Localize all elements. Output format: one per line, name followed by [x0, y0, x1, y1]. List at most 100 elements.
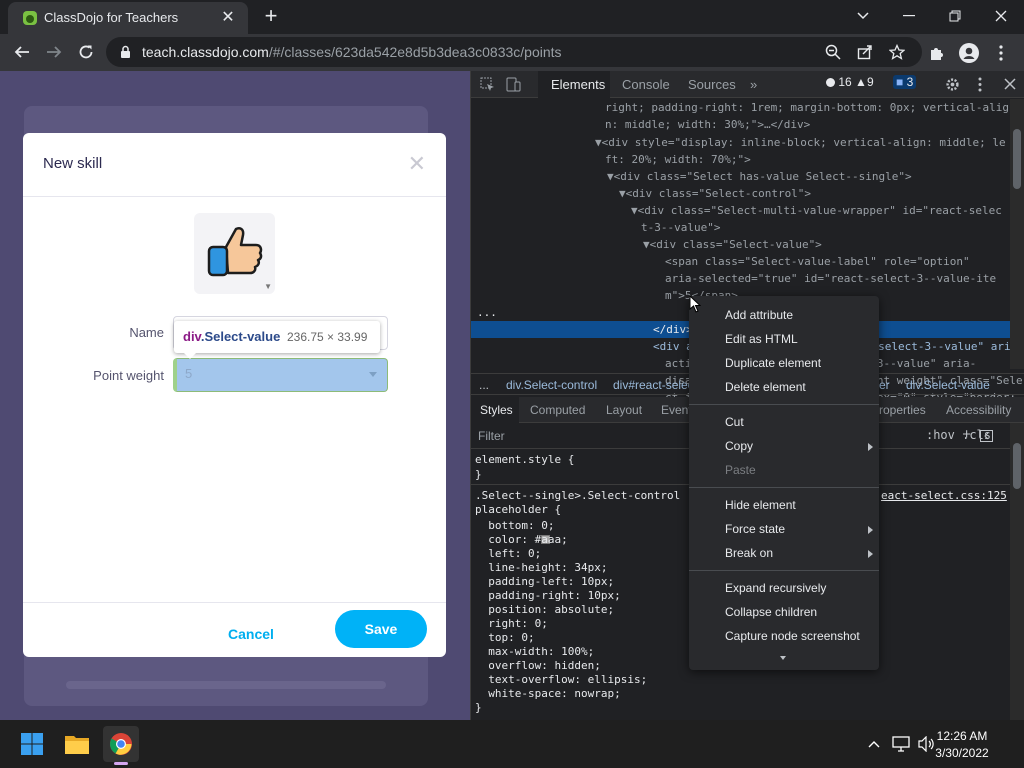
- css-line[interactable]: element.style {: [475, 453, 574, 467]
- back-icon[interactable]: [10, 40, 34, 64]
- css-line[interactable]: left: 0;: [475, 547, 541, 561]
- network-icon[interactable]: [891, 734, 911, 754]
- menu-item-capture-node-screenshot[interactable]: Capture node screenshot: [725, 629, 860, 643]
- dom-line[interactable]: ▼<div class="Select-value">: [643, 236, 822, 253]
- breadcrumb-select-value[interactable]: div.Select-value: [906, 378, 990, 392]
- address-bar[interactable]: teach.classdojo.com/#/classes/623da542e8…: [106, 37, 922, 67]
- inspect-element-icon[interactable]: [480, 77, 495, 92]
- file-explorer-icon[interactable]: [59, 726, 95, 762]
- tab-properties[interactable]: roperties: [879, 403, 926, 417]
- tab-event-listeners[interactable]: Event: [661, 403, 692, 417]
- css-line[interactable]: text-overflow: ellipsis;: [475, 673, 647, 687]
- tab-elements[interactable]: Elements: [551, 77, 605, 92]
- device-toolbar-icon[interactable]: [506, 77, 521, 92]
- css-line[interactable]: white-space: nowrap;: [475, 687, 620, 701]
- skill-icon-picker[interactable]: ▼: [194, 213, 275, 294]
- menu-item-force-state[interactable]: Force state: [725, 522, 785, 536]
- breadcrumb-react-select[interactable]: div#react-selec: [613, 378, 694, 392]
- close-window-icon[interactable]: [978, 0, 1024, 32]
- dom-scrollbar-thumb[interactable]: [1013, 129, 1021, 189]
- windows-start-icon[interactable]: [14, 726, 50, 762]
- dom-line[interactable]: t-3--value">: [641, 219, 720, 236]
- css-line[interactable]: max-width: 100%;: [475, 645, 594, 659]
- dom-scrollbar[interactable]: [1010, 99, 1024, 369]
- settings-gear-icon[interactable]: [945, 77, 960, 92]
- tab-close-icon[interactable]: ✕: [218, 7, 238, 27]
- chevron-up-icon[interactable]: [864, 734, 884, 754]
- css-line[interactable]: placeholder {: [475, 503, 561, 517]
- menu-item-edit-as-html[interactable]: Edit as HTML: [725, 332, 798, 346]
- css-line[interactable]: overflow: hidden;: [475, 659, 601, 673]
- tab-styles[interactable]: Styles: [480, 403, 513, 417]
- dom-line[interactable]: n: middle; width: 30%;">…</div>: [605, 116, 810, 133]
- css-line[interactable]: bottom: 0;: [475, 519, 554, 533]
- dom-line[interactable]: right; padding-right: 1rem; margin-botto…: [605, 99, 1009, 116]
- bookmark-star-icon[interactable]: [888, 43, 906, 61]
- new-tab-icon[interactable]: +: [260, 4, 282, 28]
- css-selector[interactable]: .Select--single>.Select-control .: [475, 489, 694, 503]
- css-line[interactable]: top: 0;: [475, 631, 534, 645]
- menu-scroll-down-icon[interactable]: [780, 656, 786, 660]
- styles-scrollbar-thumb[interactable]: [1013, 443, 1021, 489]
- tab-search-chevron-icon[interactable]: [840, 0, 886, 32]
- share-icon[interactable]: [856, 43, 874, 61]
- css-line[interactable]: right: 0;: [475, 617, 548, 631]
- more-tabs-icon[interactable]: »: [750, 77, 757, 92]
- extensions-puzzle-icon[interactable]: [926, 42, 948, 64]
- cancel-button[interactable]: Cancel: [211, 618, 291, 650]
- breadcrumb-select-control[interactable]: div.Select-control: [506, 378, 597, 392]
- breadcrumb-wrapper[interactable]: er: [879, 378, 890, 392]
- devtools-menu-icon[interactable]: [978, 77, 982, 92]
- zoom-icon[interactable]: [824, 43, 842, 61]
- menu-item-collapse-children[interactable]: Collapse children: [725, 605, 817, 619]
- menu-item-delete-element[interactable]: Delete element: [725, 380, 806, 394]
- menu-item-break-on[interactable]: Break on: [725, 546, 773, 560]
- browser-tab[interactable]: ClassDojo for Teachers ✕: [8, 2, 248, 34]
- minimize-icon[interactable]: [886, 0, 932, 32]
- reload-icon[interactable]: [74, 40, 98, 64]
- dom-line[interactable]: aria-selected="true" id="react-select-3-…: [665, 270, 996, 287]
- tab-layout[interactable]: Layout: [606, 403, 642, 417]
- lock-icon[interactable]: [120, 45, 131, 59]
- save-button[interactable]: Save: [335, 610, 427, 648]
- selected-dom-line[interactable]: </div>: [653, 321, 693, 338]
- tab-accessibility[interactable]: Accessibility: [946, 403, 1011, 417]
- close-devtools-icon[interactable]: [1004, 78, 1016, 90]
- restore-icon[interactable]: [932, 0, 978, 32]
- dom-line[interactable]: <span class="Select-value-label" role="o…: [665, 253, 970, 270]
- forward-icon[interactable]: [42, 40, 66, 64]
- dom-line[interactable]: ▼<div class="Select-multi-value-wrapper"…: [631, 202, 1002, 219]
- menu-item-duplicate-element[interactable]: Duplicate element: [725, 356, 821, 370]
- css-line[interactable]: line-height: 34px;: [475, 561, 607, 575]
- select-arrow-icon[interactable]: [369, 372, 377, 377]
- dom-line[interactable]: ▼<div class="Select-control">: [619, 185, 811, 202]
- tab-console[interactable]: Console: [622, 77, 670, 92]
- new-style-rule-icon[interactable]: +: [962, 426, 971, 443]
- dom-line[interactable]: ▼<div class="Select has-value Select--si…: [607, 168, 912, 185]
- issue-counters[interactable]: 16 ▲9: [826, 75, 874, 89]
- css-source-link[interactable]: eact-select.css:125: [881, 489, 1007, 503]
- menu-item-add-attribute[interactable]: Add attribute: [725, 308, 793, 322]
- system-clock[interactable]: 12:26 AM 3/30/2022: [930, 728, 994, 762]
- tab-sources[interactable]: Sources: [688, 77, 736, 92]
- filter-input[interactable]: Filter: [478, 429, 505, 443]
- css-line[interactable]: padding-left: 10px;: [475, 575, 614, 589]
- profile-avatar-icon[interactable]: [958, 42, 980, 64]
- messages-badge[interactable]: ■ 3: [893, 75, 917, 89]
- toggle-sidebar-icon[interactable]: [980, 430, 993, 442]
- point-weight-select[interactable]: 5: [173, 358, 388, 392]
- css-line[interactable]: color: #aaa;: [475, 533, 567, 547]
- menu-item-copy[interactable]: Copy: [725, 439, 753, 453]
- menu-item-expand-recursively[interactable]: Expand recursively: [725, 581, 826, 595]
- browser-menu-icon[interactable]: [990, 42, 1012, 64]
- css-line[interactable]: padding-right: 10px;: [475, 589, 620, 603]
- chrome-icon[interactable]: [103, 726, 139, 762]
- css-line[interactable]: position: absolute;: [475, 603, 614, 617]
- breadcrumb-ellipsis[interactable]: ...: [479, 378, 489, 392]
- styles-scrollbar[interactable]: [1010, 423, 1024, 720]
- dom-line[interactable]: ▼<div style="display: inline-block; vert…: [595, 134, 1006, 151]
- modal-close-icon[interactable]: ✕: [408, 151, 426, 177]
- dom-line[interactable]: ft: 20%; width: 70%;">: [605, 151, 751, 168]
- menu-item-hide-element[interactable]: Hide element: [725, 498, 796, 512]
- menu-item-cut[interactable]: Cut: [725, 415, 744, 429]
